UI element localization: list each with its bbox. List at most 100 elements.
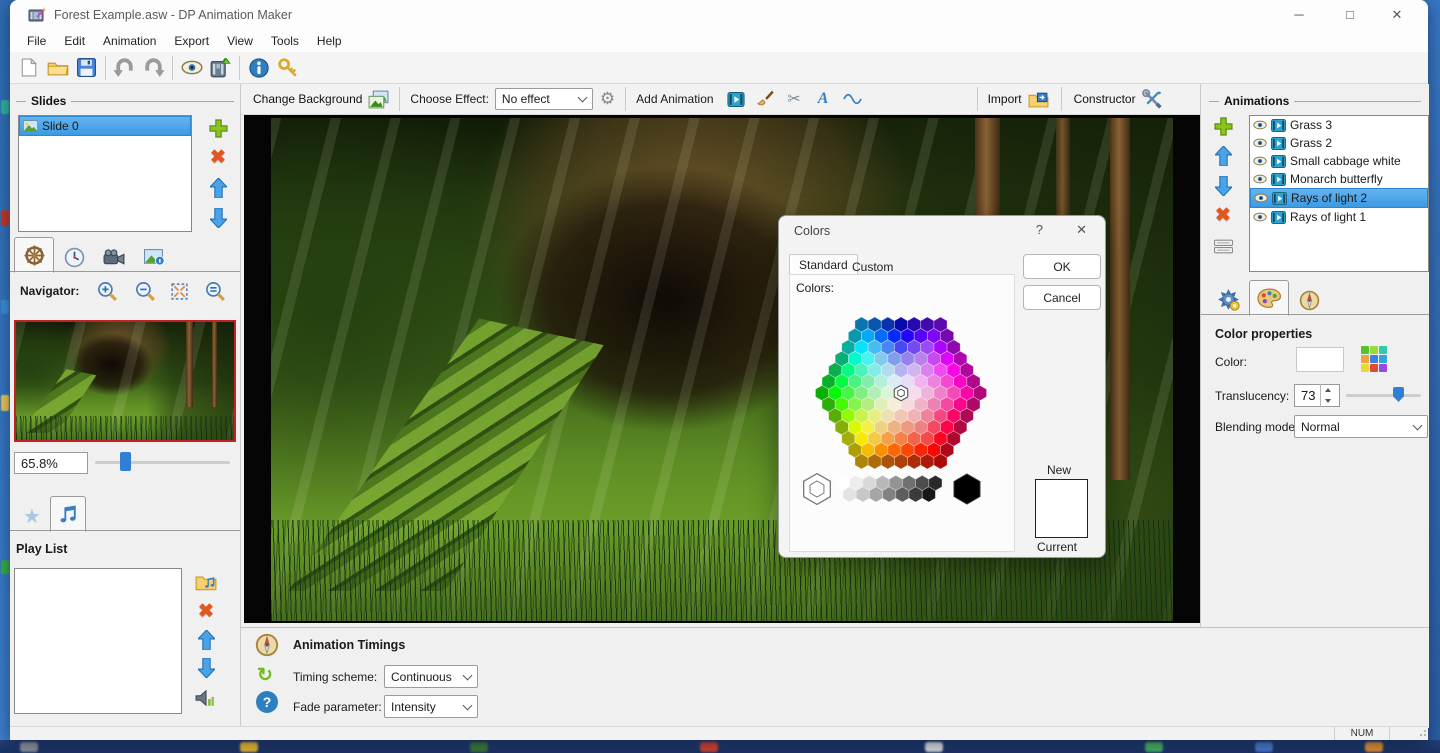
- import-button[interactable]: Import: [988, 91, 1049, 108]
- move-slide-down-button[interactable]: [206, 206, 230, 230]
- playlist-list[interactable]: [14, 568, 182, 714]
- windows-taskbar[interactable]: [0, 740, 1440, 753]
- minimize-button[interactable]: ─: [1276, 0, 1322, 30]
- animation-list-item-selected[interactable]: Rays of light 2: [1250, 188, 1428, 208]
- spinner-up-icon[interactable]: [1321, 384, 1334, 396]
- redo-button[interactable]: [139, 55, 168, 81]
- tab-behavior-gear[interactable]: [1209, 284, 1249, 316]
- hex-color-palette[interactable]: [795, 293, 1007, 505]
- visibility-eye-icon[interactable]: [1253, 120, 1267, 130]
- taskbar-icon[interactable]: [240, 742, 258, 752]
- animation-list-item[interactable]: Monarch butterfly: [1250, 170, 1428, 188]
- new-file-button[interactable]: [14, 55, 43, 81]
- tab-direction-compass[interactable]: [1289, 284, 1329, 316]
- constructor-button[interactable]: Constructor: [1074, 89, 1163, 110]
- add-animation-object-icon[interactable]: [722, 86, 751, 112]
- activation-key-button[interactable]: [273, 55, 302, 81]
- add-slide-button[interactable]: [206, 116, 230, 140]
- resize-grip[interactable]: [1418, 730, 1426, 738]
- delete-layer-button[interactable]: ✖: [1211, 204, 1235, 228]
- tab-camera[interactable]: [94, 241, 134, 273]
- menu-edit[interactable]: Edit: [55, 32, 94, 50]
- visibility-eye-icon[interactable]: [1253, 156, 1267, 166]
- animation-list-item[interactable]: Rays of light 1: [1250, 208, 1428, 226]
- taskbar-icon[interactable]: [1145, 742, 1163, 752]
- visibility-eye-icon[interactable]: [1253, 174, 1267, 184]
- menu-help[interactable]: Help: [308, 32, 351, 50]
- menu-tools[interactable]: Tools: [262, 32, 308, 50]
- visibility-eye-icon[interactable]: [1254, 193, 1268, 203]
- animations-list[interactable]: Grass 3 Grass 2 Small cabbage white Mona…: [1249, 115, 1429, 272]
- translucency-spinner[interactable]: [1320, 384, 1334, 407]
- move-layer-down-button[interactable]: [1211, 174, 1235, 198]
- taskbar-icon[interactable]: [925, 742, 943, 752]
- animation-list-item[interactable]: Small cabbage white: [1250, 152, 1428, 170]
- close-button[interactable]: ✕: [1374, 0, 1420, 30]
- add-wave-icon[interactable]: [838, 86, 867, 112]
- translucency-slider-handle[interactable]: [1393, 387, 1404, 402]
- effect-settings-gear-icon[interactable]: ⚙: [600, 89, 615, 109]
- title-bar[interactable]: Forest Example.asw - DP Animation Maker …: [10, 0, 1428, 30]
- taskbar-icon[interactable]: [20, 742, 38, 752]
- cancel-button[interactable]: Cancel: [1023, 285, 1101, 310]
- delete-music-button[interactable]: ✖: [194, 600, 218, 624]
- tab-image-info[interactable]: [134, 241, 174, 273]
- maximize-button[interactable]: □: [1327, 0, 1373, 30]
- translucency-slider-track[interactable]: [1346, 394, 1421, 397]
- add-text-icon[interactable]: A: [809, 86, 838, 112]
- delete-slide-button[interactable]: ✖: [206, 146, 230, 170]
- slides-list[interactable]: Slide 0: [18, 115, 192, 232]
- menu-animation[interactable]: Animation: [94, 32, 165, 50]
- visibility-eye-icon[interactable]: [1253, 138, 1267, 148]
- visibility-eye-icon[interactable]: [1253, 212, 1267, 222]
- fit-selection-icon[interactable]: [167, 279, 191, 303]
- taskbar-icon[interactable]: [700, 742, 718, 752]
- dialog-close-icon[interactable]: ✕: [1076, 222, 1087, 238]
- color-swatch[interactable]: [1296, 347, 1344, 372]
- taskbar-icon[interactable]: [1255, 742, 1273, 752]
- add-music-button[interactable]: [194, 570, 218, 594]
- menu-file[interactable]: File: [18, 32, 55, 50]
- menu-export[interactable]: Export: [165, 32, 218, 50]
- fade-parameter-dropdown[interactable]: Intensity: [384, 695, 478, 718]
- tab-timing-clock[interactable]: [54, 241, 94, 273]
- animation-list-item[interactable]: Grass 2: [1250, 134, 1428, 152]
- tab-music[interactable]: [50, 496, 86, 532]
- cut-tool-icon[interactable]: ✂: [780, 86, 809, 112]
- save-button[interactable]: [72, 55, 101, 81]
- move-music-down-button[interactable]: [194, 656, 218, 680]
- about-button[interactable]: [244, 55, 273, 81]
- timing-scheme-dropdown[interactable]: Continuous: [384, 665, 478, 688]
- add-animation-layer-button[interactable]: [1211, 114, 1235, 138]
- taskbar-icon[interactable]: [470, 742, 488, 752]
- menu-view[interactable]: View: [218, 32, 262, 50]
- tab-effects-star[interactable]: ★: [14, 500, 50, 532]
- change-background-button[interactable]: Change Background: [253, 90, 389, 109]
- rename-layer-button[interactable]: [1211, 234, 1235, 258]
- preview-button[interactable]: [177, 55, 206, 81]
- blending-mode-dropdown[interactable]: Normal: [1294, 415, 1428, 438]
- undo-button[interactable]: [110, 55, 139, 81]
- volume-button[interactable]: [194, 686, 218, 710]
- animation-list-item[interactable]: Grass 3: [1250, 116, 1428, 134]
- zoom-out-icon[interactable]: [133, 279, 157, 303]
- slide-list-item[interactable]: Slide 0: [19, 116, 191, 136]
- spinner-down-icon[interactable]: [1321, 396, 1334, 408]
- tab-color-palette[interactable]: [1249, 280, 1289, 316]
- ok-button[interactable]: OK: [1023, 254, 1101, 279]
- zoom-slider-handle[interactable]: [120, 452, 131, 471]
- zoom-slider-track[interactable]: [95, 461, 230, 464]
- move-slide-up-button[interactable]: [206, 176, 230, 200]
- color-picker-grid-icon[interactable]: [1361, 346, 1387, 372]
- actual-size-icon[interactable]: [203, 279, 227, 303]
- open-file-button[interactable]: [43, 55, 72, 81]
- tab-navigator-wheel[interactable]: [14, 237, 54, 273]
- navigator-thumbnail[interactable]: [14, 320, 236, 442]
- effect-dropdown[interactable]: No effect: [494, 88, 593, 110]
- dialog-help-icon[interactable]: ?: [1036, 222, 1043, 237]
- move-music-up-button[interactable]: [194, 628, 218, 652]
- zoom-in-icon[interactable]: [95, 279, 119, 303]
- add-brush-icon[interactable]: [751, 86, 780, 112]
- export-video-button[interactable]: [206, 55, 235, 81]
- zoom-value-field[interactable]: 65.8%: [14, 452, 88, 474]
